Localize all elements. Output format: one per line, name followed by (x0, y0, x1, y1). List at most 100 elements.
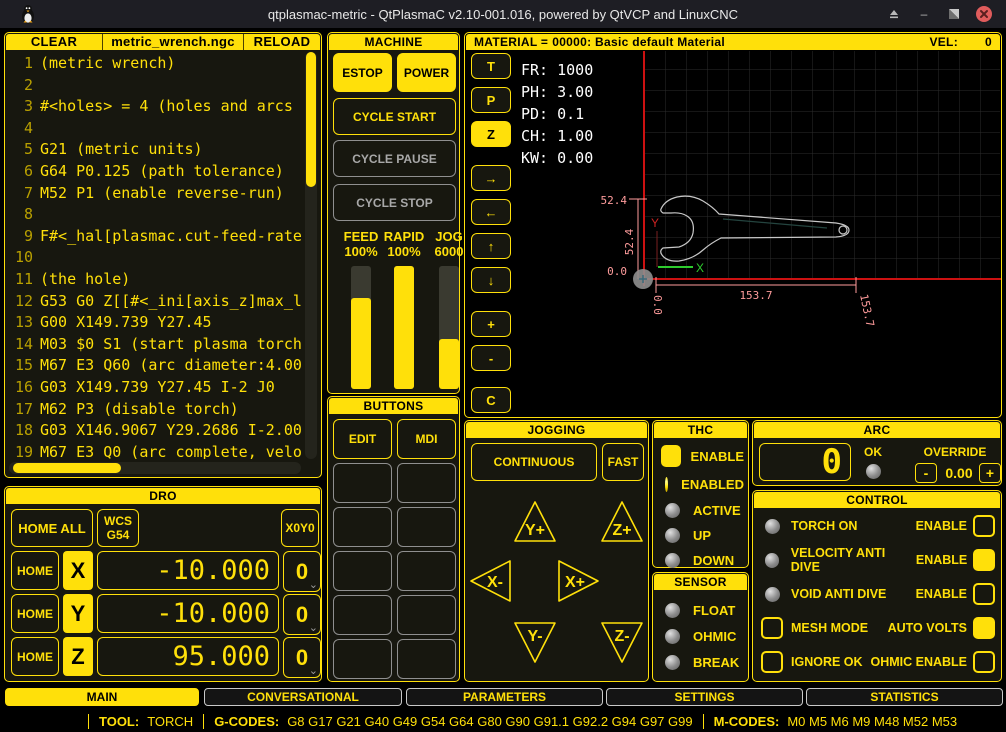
power-button[interactable]: POWER (397, 53, 456, 92)
thc-enable-checkbox[interactable] (661, 445, 681, 467)
arc-override-plus-button[interactable]: + (979, 463, 1001, 483)
jog-x-plus-button[interactable]: X+ (554, 557, 602, 605)
empty-user-button[interactable] (333, 507, 392, 547)
auto-volts-checkbox[interactable] (973, 617, 995, 639)
gcode-display[interactable]: 1(metric wrench)23#<holes> = 4 (holes an… (11, 53, 301, 459)
tab-settings[interactable]: SETTINGS (606, 688, 803, 706)
dim-zero-left-label: 0.0 (607, 265, 627, 278)
override-feed-slider[interactable] (351, 266, 371, 389)
gcode-preview-plot[interactable]: 52.4 52.4 0.0 153.7 153.7 0.0 Y X (465, 49, 1001, 417)
estop-button[interactable]: ESTOP (333, 53, 392, 92)
override-rapid-labels: RAPID100% (382, 229, 426, 259)
gcode-horizontal-scrollbar[interactable] (9, 462, 301, 474)
sensor-break-led (665, 655, 680, 670)
jog-z-minus-button[interactable]: Z- (598, 619, 646, 667)
override-rapid-slider[interactable] (394, 266, 414, 389)
minimize-window-icon[interactable]: – (915, 5, 933, 23)
gcode-line-text: G64 P0.125 (path tolerance) (40, 162, 284, 180)
reload-button[interactable]: RELOAD (243, 34, 320, 50)
enable-checkbox[interactable] (973, 583, 995, 605)
wcs-button[interactable]: WCSG54 (97, 509, 139, 547)
override-feed-labels: FEED100% (339, 229, 383, 259)
jog-x-minus-button[interactable]: X- (467, 557, 515, 605)
cycle-pause-button[interactable]: CYCLE PAUSE (333, 140, 456, 177)
tab-conversational[interactable]: CONVERSATIONAL (204, 688, 402, 706)
mdi-button[interactable]: MDI (397, 419, 456, 459)
override-value: 100% (382, 244, 426, 259)
home-z-button[interactable]: HOME (11, 637, 59, 676)
ignore-ok-checkbox[interactable] (761, 651, 783, 673)
zero-y-dropdown[interactable]: 0⌄ (283, 594, 321, 635)
ohmic-enable-checkbox[interactable] (973, 651, 995, 673)
home-x-button[interactable]: HOME (11, 551, 59, 590)
gcode-line-number: 2 (11, 75, 33, 97)
scrollbar-thumb[interactable] (306, 52, 316, 187)
cycle-stop-button[interactable]: CYCLE STOP (333, 184, 456, 221)
tab-statistics[interactable]: STATISTICS (806, 688, 1003, 706)
cycle-start-button[interactable]: CYCLE START (333, 98, 456, 135)
jog-fast-button[interactable]: FAST (602, 443, 644, 481)
window-title: qtplasmac-metric - QtPlasmaC v2.10-001.0… (0, 7, 1006, 22)
zero-x-dropdown[interactable]: 0⌄ (283, 551, 321, 592)
thc-down-label: DOWN (693, 553, 734, 568)
override-value: 100% (339, 244, 383, 259)
home-all-button[interactable]: HOME ALL (11, 509, 93, 547)
jog-y-minus-button[interactable]: Y- (511, 619, 559, 667)
empty-user-button[interactable] (397, 639, 456, 679)
empty-user-button[interactable] (397, 507, 456, 547)
user-buttons-panel: BUTTONS EDITMDI (327, 396, 460, 682)
gcode-panel: CLEAR metric_wrench.ngc RELOAD 1(metric … (4, 32, 322, 478)
jog-z-plus-button[interactable]: Z+ (598, 497, 646, 545)
loaded-file-name[interactable]: metric_wrench.ngc (103, 34, 243, 50)
empty-user-button[interactable] (397, 595, 456, 635)
thc-up-label: UP (693, 528, 711, 543)
jog-continuous-button[interactable]: CONTINUOUS (471, 443, 597, 481)
scrollbar-thumb[interactable] (13, 463, 121, 473)
gcodes-label: G-CODES: (214, 714, 279, 729)
maximize-window-icon[interactable] (945, 5, 963, 23)
gcode-line-text: M67 E3 Q60 (arc diameter:4.000 (40, 356, 301, 374)
clear-button[interactable]: CLEAR (6, 34, 103, 50)
enable-checkbox[interactable] (973, 515, 995, 537)
mesh-mode-checkbox[interactable] (761, 617, 783, 639)
tab-parameters[interactable]: PARAMETERS (406, 688, 603, 706)
gcode-line: 17M62 P3 (disable torch) (11, 399, 301, 421)
svg-text:X-: X- (487, 574, 503, 591)
control-row: TORCH ONENABLE (761, 513, 995, 539)
torch-on-label: TORCH ON (791, 519, 857, 533)
chevron-down-icon: ⌄ (309, 578, 318, 591)
arc-override-minus-button[interactable]: - (915, 463, 937, 483)
thc-enabled-row: ENABLED (661, 471, 744, 497)
override-jog-slider[interactable] (439, 266, 459, 389)
control-row: IGNORE OKOHMIC ENABLE (761, 649, 995, 675)
slider-fill (439, 339, 459, 389)
x0y0-button[interactable]: X0Y0 (281, 509, 319, 547)
empty-user-button[interactable] (333, 595, 392, 635)
gcode-line: 19M67 E3 Q0 (arc complete, velo (11, 442, 301, 459)
thc-active-row: ACTIVE (661, 497, 744, 523)
qtplasmac-window: qtplasmac-metric - QtPlasmaC v2.10-001.0… (0, 0, 1006, 732)
auto-volts-label: AUTO VOLTS (888, 621, 967, 635)
empty-user-button[interactable] (333, 463, 392, 503)
close-window-icon[interactable] (975, 5, 993, 23)
zero-z-dropdown[interactable]: 0⌄ (283, 637, 321, 678)
gcode-vertical-scrollbar[interactable] (305, 52, 317, 459)
enable-checkbox[interactable] (973, 549, 995, 571)
jog-y-plus-button[interactable]: Y+ (511, 497, 559, 545)
empty-user-button[interactable] (397, 551, 456, 591)
empty-user-button[interactable] (333, 639, 392, 679)
empty-user-button[interactable] (397, 463, 456, 503)
torch-on-led (765, 519, 780, 534)
home-y-button[interactable]: HOME (11, 594, 59, 633)
svg-text:Y-: Y- (527, 628, 542, 645)
sensor-float-led (665, 603, 680, 618)
tab-main[interactable]: MAIN (5, 688, 199, 706)
material-value[interactable]: 00000: Basic default Material (552, 34, 725, 50)
shade-window-icon[interactable] (885, 5, 903, 23)
gcode-line-text: G53 G0 Z[[#<_ini[axis_z]max_li (40, 292, 301, 310)
velocity-label: VEL: (929, 34, 958, 50)
empty-user-button[interactable] (333, 551, 392, 591)
dim-width-label: 153.7 (739, 289, 772, 302)
material-bar: MATERIAL = 00000: Basic default Material… (466, 34, 1000, 50)
edit-button[interactable]: EDIT (333, 419, 392, 459)
